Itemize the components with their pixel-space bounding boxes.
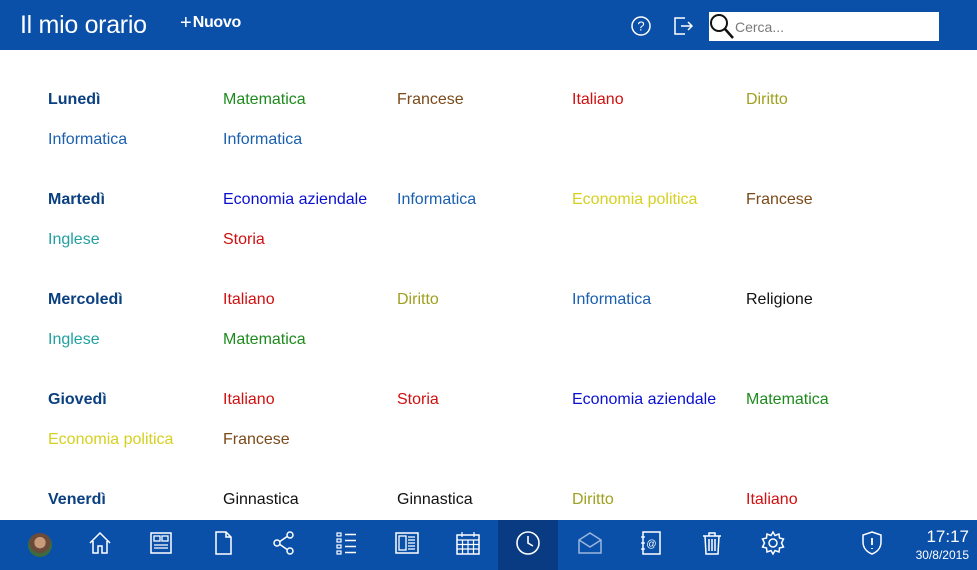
taskbar-button[interactable]: @ (621, 520, 681, 570)
search-box[interactable] (709, 12, 939, 41)
subject-cell[interactable]: Italiano (223, 290, 275, 310)
schedule-row: Lunedì Matematica Francese Italiano Diritto (48, 90, 928, 130)
taskbar-button[interactable] (743, 520, 803, 570)
svg-text:?: ? (637, 19, 644, 34)
taskbar-button[interactable] (438, 520, 498, 570)
search-input[interactable] (735, 13, 935, 40)
subject-cell[interactable]: Italiano (223, 390, 275, 410)
subject-cell[interactable]: Economia politica (572, 190, 697, 210)
calendar-icon (454, 529, 482, 562)
home-icon (86, 529, 114, 562)
subject-cell[interactable]: Diritto (572, 490, 614, 510)
subject-cell[interactable]: Economia aziendale (223, 190, 367, 210)
taskbar-button[interactable] (682, 520, 742, 570)
day-name: Venerdì (48, 491, 106, 508)
day-name: Martedì (48, 191, 105, 208)
clock-time: 17:17 (926, 527, 969, 546)
taskbar-button[interactable] (254, 520, 314, 570)
subject-cell[interactable]: Religione (746, 290, 813, 310)
newspaper-icon (393, 529, 421, 562)
day-block: Venerdì Ginnastica Ginnastica Diritto Italia… (48, 490, 928, 520)
taskbar-button[interactable] (842, 520, 902, 570)
schedule-row: Mercoledì Italiano Diritto Informatica Relig… (48, 290, 928, 330)
subject-cell[interactable]: Informatica (572, 290, 651, 310)
day-block: Mercoledì Italiano Diritto Informatica Relig… (48, 290, 928, 370)
app-title: Il mio orario (20, 11, 147, 39)
logout-icon[interactable] (672, 15, 694, 37)
taskbar-button[interactable] (70, 520, 130, 570)
dashboard-icon (147, 529, 175, 562)
subject-cell[interactable]: Inglese (48, 330, 100, 350)
subject-cell[interactable]: Italiano (572, 90, 624, 110)
clock-date: 30/8/2015 (915, 548, 969, 562)
subject-cell[interactable]: Diritto (397, 290, 439, 310)
taskbar-button[interactable] (498, 520, 558, 570)
clock-icon (514, 529, 542, 562)
schedule-row: Inglese Matematica (48, 330, 928, 370)
schedule-list: Lunedì Matematica Francese Italiano Diritto I… (0, 50, 977, 520)
subject-cell[interactable]: Francese (746, 190, 813, 210)
subject-cell[interactable]: Informatica (48, 130, 127, 150)
search-icon (709, 12, 735, 41)
taskbar-button[interactable] (560, 520, 620, 570)
subject-cell[interactable]: Storia (223, 230, 265, 250)
shield-icon (858, 529, 886, 562)
subject-cell[interactable]: Storia (397, 390, 439, 410)
day-block: Giovedì Italiano Storia Economia aziendale M… (48, 390, 928, 470)
day-name: Giovedì (48, 391, 107, 408)
subject-cell[interactable]: Italiano (746, 490, 798, 510)
new-button-label: Nuovo (192, 14, 242, 31)
taskbar-button[interactable] (377, 520, 437, 570)
share-icon (270, 529, 298, 562)
clock: 17:17 30/8/2015 (916, 527, 969, 563)
schedule-row: Martedì Economia aziendale Informatica Econ… (48, 190, 928, 230)
day-block: Martedì Economia aziendale Informatica Econ… (48, 190, 928, 270)
subject-cell[interactable]: Economia politica (48, 430, 173, 450)
checklist-icon (332, 529, 360, 562)
document-icon (209, 529, 237, 562)
settings-gear-icon (759, 529, 787, 562)
subject-cell[interactable]: Ginnastica (223, 490, 299, 510)
day-name: Lunedì (48, 91, 101, 108)
taskbar: 17:17 30/8/2015 @ (0, 520, 977, 570)
subject-cell[interactable]: Inglese (48, 230, 100, 250)
mail-icon (576, 529, 604, 562)
subject-cell[interactable]: Ginnastica (397, 490, 473, 510)
subject-cell[interactable]: Economia aziendale (572, 390, 716, 410)
taskbar-button[interactable] (316, 520, 376, 570)
subject-cell[interactable]: Matematica (223, 90, 306, 110)
subject-cell[interactable]: Francese (223, 430, 290, 450)
subject-cell[interactable]: Francese (397, 90, 464, 110)
plus-icon: + (180, 12, 192, 34)
address-book-icon: @ (637, 529, 665, 562)
subject-cell[interactable]: Matematica (746, 390, 829, 410)
help-icon[interactable]: ? (630, 15, 652, 37)
schedule-row: Informatica Informatica (48, 130, 928, 170)
day-name: Mercoledì (48, 291, 123, 308)
day-block: Lunedì Matematica Francese Italiano Diritto I… (48, 90, 928, 170)
subject-cell[interactable]: Matematica (223, 330, 306, 350)
subject-cell[interactable]: Informatica (397, 190, 476, 210)
taskbar-button[interactable] (193, 520, 253, 570)
svg-text:@: @ (646, 539, 656, 550)
avatar[interactable] (28, 533, 52, 557)
schedule-row: Venerdì Ginnastica Ginnastica Diritto Italia… (48, 490, 928, 520)
subject-cell[interactable]: Diritto (746, 90, 788, 110)
schedule-row: Economia politica Francese (48, 430, 928, 470)
top-bar: Il mio orario + Nuovo ? (0, 0, 977, 50)
subject-cell[interactable]: Informatica (223, 130, 302, 150)
schedule-row: Inglese Storia (48, 230, 928, 270)
schedule-row: Giovedì Italiano Storia Economia aziendale M… (48, 390, 928, 430)
taskbar-button[interactable] (131, 520, 191, 570)
new-button[interactable]: + Nuovo (180, 13, 241, 33)
trash-icon (698, 529, 726, 562)
